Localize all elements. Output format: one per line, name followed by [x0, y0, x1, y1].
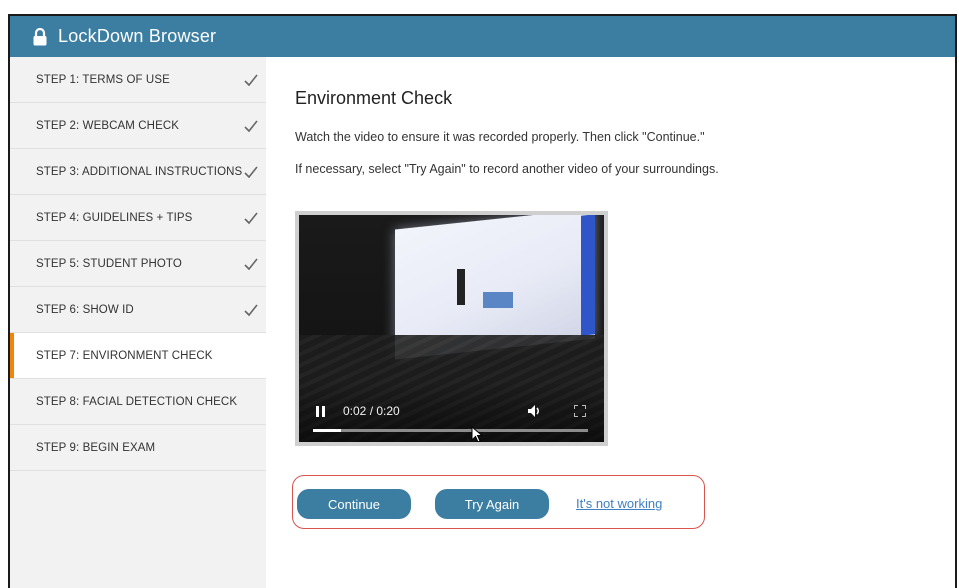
checkmark-icon	[244, 258, 258, 270]
video-content-mark	[483, 292, 513, 308]
checkmark-icon	[244, 120, 258, 132]
sidebar-step-4[interactable]: STEP 4: GUIDELINES + TIPS	[10, 195, 266, 241]
action-buttons-highlight: Continue Try Again It's not working	[292, 475, 705, 529]
sidebar-step-7[interactable]: STEP 7: ENVIRONMENT CHECK	[10, 333, 266, 379]
try-again-button[interactable]: Try Again	[435, 489, 549, 519]
video-progress-bar[interactable]	[313, 429, 588, 432]
sidebar-step-1[interactable]: STEP 1: TERMS OF USE	[10, 57, 266, 103]
volume-icon[interactable]	[526, 403, 542, 419]
sidebar-step-2[interactable]: STEP 2: WEBCAM CHECK	[10, 103, 266, 149]
video-content-mark	[457, 269, 465, 305]
sidebar-step-label: STEP 9: BEGIN EXAM	[36, 441, 156, 454]
checkmark-icon	[244, 212, 258, 224]
instruction-text-2: If necessary, select "Try Again" to reco…	[295, 162, 719, 176]
video-time: 0:02 / 0:20	[343, 404, 400, 418]
sidebar-step-label: STEP 8: FACIAL DETECTION CHECK	[36, 395, 238, 408]
video-content-screen-edge	[581, 215, 595, 336]
checkmark-icon	[244, 304, 258, 316]
sidebar-step-5[interactable]: STEP 5: STUDENT PHOTO	[10, 241, 266, 287]
video-frame[interactable]: 0:02 / 0:20	[299, 215, 604, 442]
sidebar-step-label: STEP 1: TERMS OF USE	[36, 73, 170, 86]
not-working-link[interactable]: It's not working	[576, 496, 662, 511]
mouse-cursor-icon	[471, 426, 484, 442]
app-title: LockDown Browser	[58, 26, 217, 46]
sidebar-step-3[interactable]: STEP 3: ADDITIONAL INSTRUCTIONS	[10, 149, 266, 195]
pause-icon[interactable]	[316, 406, 326, 417]
browser-window: LockDown Browser STEP 1: TERMS OF USE STE…	[8, 14, 957, 588]
lock-icon	[33, 27, 47, 45]
checkmark-icon	[244, 74, 258, 86]
title-bar: LockDown Browser	[10, 16, 955, 57]
video-controls: 0:02 / 0:20	[299, 382, 604, 442]
sidebar-step-label: STEP 4: GUIDELINES + TIPS	[36, 211, 193, 224]
video-player[interactable]: 0:02 / 0:20	[295, 211, 608, 446]
video-progress-fill	[313, 429, 341, 432]
sidebar-step-8[interactable]: STEP 8: FACIAL DETECTION CHECK	[10, 379, 266, 425]
steps-sidebar: STEP 1: TERMS OF USE STEP 2: WEBCAM CHECK…	[10, 57, 266, 588]
continue-button[interactable]: Continue	[297, 489, 411, 519]
sidebar-step-9[interactable]: STEP 9: BEGIN EXAM	[10, 425, 266, 471]
page-title: Environment Check	[295, 88, 453, 108]
main-content: Environment Check Watch the video to ens…	[266, 57, 955, 588]
checkmark-icon	[244, 166, 258, 178]
sidebar-step-label: STEP 6: SHOW ID	[36, 303, 134, 316]
sidebar-step-label: STEP 3: ADDITIONAL INSTRUCTIONS	[36, 165, 243, 178]
fullscreen-icon[interactable]	[574, 405, 586, 417]
sidebar-step-label: STEP 5: STUDENT PHOTO	[36, 257, 182, 270]
sidebar-step-6[interactable]: STEP 6: SHOW ID	[10, 287, 266, 333]
sidebar-step-label: STEP 7: ENVIRONMENT CHECK	[36, 349, 213, 362]
sidebar-step-label: STEP 2: WEBCAM CHECK	[36, 119, 180, 132]
instruction-text-1: Watch the video to ensure it was recorde…	[295, 130, 705, 144]
